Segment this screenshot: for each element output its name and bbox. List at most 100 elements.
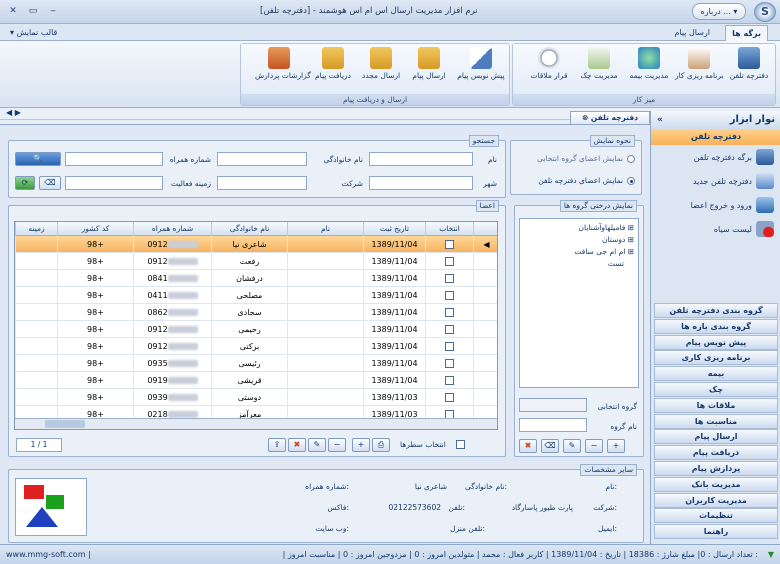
group-name-input[interactable]: [519, 418, 587, 432]
row-select-checkbox[interactable]: [445, 359, 454, 368]
sidebar-nav-item[interactable]: بیمه: [654, 366, 778, 382]
row-select-checkbox[interactable]: [445, 240, 454, 249]
row-select-checkbox[interactable]: [445, 308, 454, 317]
work-planning-button[interactable]: برنامه ریزی کار: [675, 47, 724, 89]
tree-item-family[interactable]: فامیلهاوآشنایان ⊞: [579, 223, 634, 232]
check-management-button[interactable]: مدیریت چک: [575, 47, 623, 89]
sidebar-nav-item[interactable]: گروه بندی بازه ها: [654, 318, 778, 334]
table-row[interactable]: 98+ 0912 رحیمی 1389/11/04: [15, 321, 497, 338]
restore-window-button[interactable]: ▭: [24, 4, 42, 18]
row-select-checkbox[interactable]: [445, 342, 454, 351]
header-country-code[interactable]: کد کشور: [57, 222, 133, 236]
delete-group-button[interactable]: ✖: [519, 439, 537, 453]
draft-message-button[interactable]: پیش نویس پیام: [457, 47, 505, 89]
clear-search-button[interactable]: ⌫: [39, 176, 61, 190]
insurance-button[interactable]: مدیریت بیمه: [625, 47, 673, 89]
header-mobile[interactable]: شماره همراه: [133, 222, 211, 236]
group-tool-button[interactable]: ⌫: [541, 439, 559, 453]
row-select-checkbox[interactable]: [445, 291, 454, 300]
tab-phonebook-document[interactable]: ⊗ دفترچه تلفن: [570, 111, 650, 124]
name-input[interactable]: [369, 152, 473, 166]
sidebar-nav-item[interactable]: ملاقات ها: [654, 397, 778, 413]
header-family[interactable]: نام خانوادگی: [211, 222, 287, 236]
sidebar-nav-item[interactable]: ارسال پیام: [654, 429, 778, 445]
close-window-button[interactable]: ✕: [4, 4, 22, 18]
sidebar-nav-item[interactable]: تنظیمات: [654, 508, 778, 524]
send-message-button[interactable]: ارسال پیام: [405, 47, 453, 89]
header-activity[interactable]: زمینه: [15, 222, 57, 236]
table-row[interactable]: 98+ 0919 قریشی 1389/11/04: [15, 372, 497, 389]
sidebar-nav-item[interactable]: مناسبت ها: [654, 413, 778, 429]
sidebar-nav-item[interactable]: برنامه ریزی کاری: [654, 350, 778, 366]
select-rows-checkbox[interactable]: [456, 440, 465, 449]
tab-sheets[interactable]: برگه ها: [725, 25, 768, 41]
table-row[interactable]: 98+ 0935 رئیسی 1389/11/04: [15, 355, 497, 372]
horizontal-scrollbar[interactable]: [15, 418, 497, 429]
table-row[interactable]: 98+ 0939 دوستی 1389/11/03: [15, 389, 497, 406]
family-input[interactable]: [217, 152, 307, 166]
view-template-menu[interactable]: ▾ قالب نمایش: [4, 25, 63, 41]
show-phonebook-members-radio[interactable]: [627, 177, 635, 185]
tree-item-friends[interactable]: دوستان ⊞: [602, 235, 634, 244]
header-select[interactable]: انتخاب: [425, 222, 473, 236]
scrollbar-thumb[interactable]: [45, 420, 85, 428]
minimize-window-button[interactable]: ‒: [44, 4, 62, 18]
remove-member-button[interactable]: −: [328, 438, 346, 452]
appointment-button[interactable]: قرار ملاقات: [525, 47, 573, 89]
edit-group-button[interactable]: ✎: [563, 439, 581, 453]
sidebar-nav-item[interactable]: راهنما: [654, 524, 778, 540]
header-name[interactable]: نام: [287, 222, 363, 236]
receive-message-button[interactable]: دریافت پیام: [309, 47, 357, 89]
company-input[interactable]: [217, 176, 307, 190]
activity-input[interactable]: [65, 176, 163, 190]
sidebar-nav-item[interactable]: دریافت پیام: [654, 445, 778, 461]
tree-item-test[interactable]: تست: [608, 259, 624, 268]
tree-item-mmg[interactable]: ام ام جی سافت ⊞: [574, 247, 634, 256]
sidebar-item-import-export[interactable]: ورود و خروج اعضا: [691, 201, 752, 210]
sidebar-nav-item[interactable]: پیش نویس پیام: [654, 334, 778, 350]
sidebar-nav-item[interactable]: چک: [654, 382, 778, 397]
mobile-input[interactable]: [65, 152, 163, 166]
search-button[interactable]: 🔍: [15, 152, 61, 166]
sidebar-item-blacklist[interactable]: لیست سیاه: [714, 225, 752, 234]
processing-reports-button[interactable]: گزارشات پردازش: [255, 47, 311, 89]
table-row[interactable]: 98+ 0841 درفشان 1389/11/04: [15, 270, 497, 287]
website-link[interactable]: www.mmg-soft.com |: [6, 550, 91, 559]
table-row[interactable]: 98+ 0912 شاعری نیا 1389/11/04 ◀: [15, 236, 497, 253]
resend-button[interactable]: ارسال مجدد: [357, 47, 405, 89]
row-select-checkbox[interactable]: [445, 274, 454, 283]
sidebar-nav-item[interactable]: مدیریت کاربران: [654, 492, 778, 508]
delete-member-button[interactable]: ✖: [288, 438, 306, 452]
sidebar-item-phonebook-sheet[interactable]: برگه دفترچه تلفن: [694, 153, 752, 162]
row-select-checkbox[interactable]: [445, 376, 454, 385]
table-row[interactable]: 98+ 0912 برکتی 1389/11/04: [15, 338, 497, 355]
scroll-arrows-icon[interactable]: ◀ ▶: [6, 108, 21, 117]
show-group-members-radio[interactable]: [627, 155, 635, 163]
sidebar-selected-phonebook[interactable]: دفترچه تلفن: [651, 129, 780, 145]
close-tab-icon[interactable]: ⊗: [582, 113, 591, 122]
sidebar-item-new-phonebook[interactable]: دفترچه تلفن جدید: [693, 177, 752, 186]
edit-member-button[interactable]: ✎: [308, 438, 326, 452]
table-row[interactable]: 98+ 0862 سجادی 1389/11/04: [15, 304, 497, 321]
header-date[interactable]: تاریخ ثبت: [363, 222, 425, 236]
phonebook-button[interactable]: دفترچه تلفن: [725, 47, 773, 89]
about-menu[interactable]: درباره ... ▾: [692, 3, 746, 20]
table-row[interactable]: 98+ 0411 مصلحی 1389/11/04: [15, 287, 497, 304]
export-button[interactable]: ⇪: [268, 438, 286, 452]
tab-send-message[interactable]: ارسال پیام: [668, 25, 716, 41]
collapse-icon[interactable]: «: [657, 111, 663, 129]
remove-group-button[interactable]: −: [585, 439, 603, 453]
row-select-checkbox[interactable]: [445, 325, 454, 334]
row-select-checkbox[interactable]: [445, 257, 454, 266]
print-button[interactable]: ⎙: [372, 438, 390, 452]
sidebar-nav-item[interactable]: مدیریت بانک: [654, 476, 778, 492]
selected-group-input[interactable]: [519, 398, 587, 412]
refresh-button[interactable]: ⟳: [15, 176, 35, 190]
add-group-button[interactable]: +: [607, 439, 625, 453]
row-select-checkbox[interactable]: [445, 393, 454, 402]
city-input[interactable]: [369, 176, 473, 190]
sidebar-nav-item[interactable]: گروه بندی دفترچه تلفن: [654, 303, 778, 318]
sidebar-nav-item[interactable]: پردازش پیام: [654, 461, 778, 476]
table-row[interactable]: 98+ 0912 رفعت 1389/11/04: [15, 253, 497, 270]
add-member-button[interactable]: +: [352, 438, 370, 452]
